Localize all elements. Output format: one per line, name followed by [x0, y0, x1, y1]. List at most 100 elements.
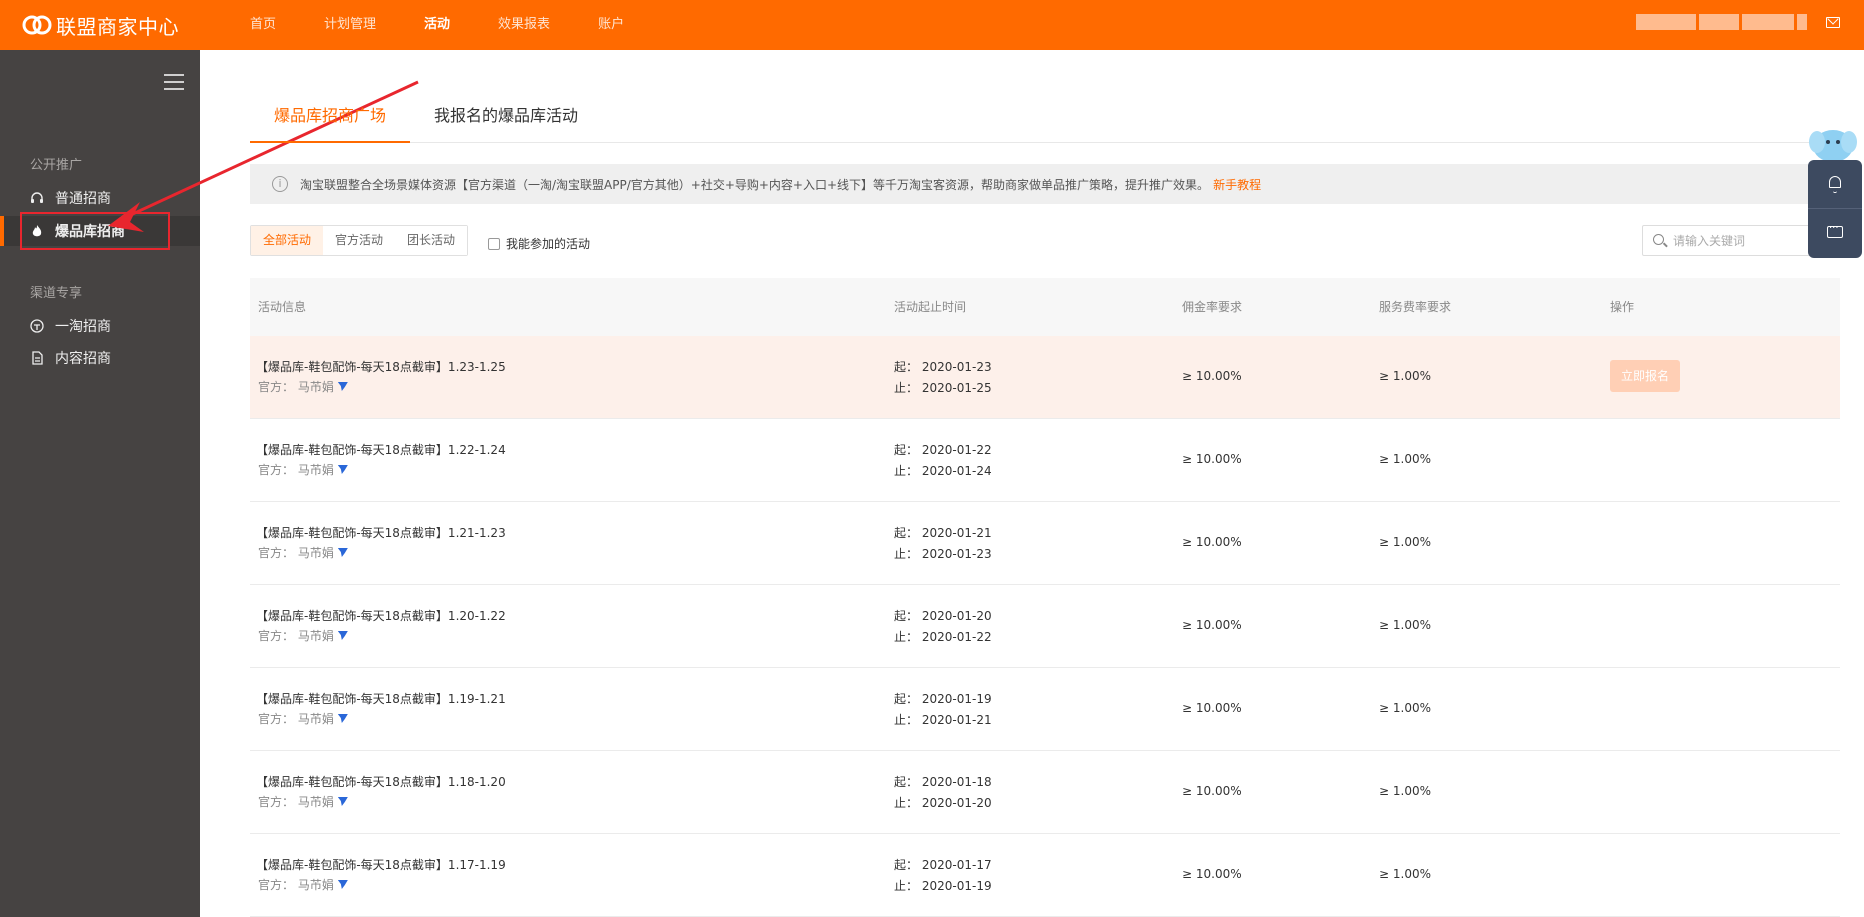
alliance-logo-icon	[22, 15, 52, 35]
sidebar-item-yitao[interactable]: 一淘招商	[30, 315, 111, 337]
bell-icon	[1829, 176, 1841, 193]
tutorial-link[interactable]: 新手教程	[1213, 176, 1261, 193]
notice-text: 淘宝联盟整合全场景媒体资源【官方渠道（一淘/淘宝联盟APP/官方其他）+社交+导…	[300, 177, 1210, 192]
activity-end: 止： 2020-01-21	[894, 713, 992, 727]
eligible-checkbox[interactable]	[488, 237, 500, 250]
elephant-mascot-icon[interactable]	[1808, 122, 1858, 164]
service-fee-requirement: ≥ 1.00%	[1379, 867, 1431, 881]
activity-title[interactable]: 【爆品库-鞋包配饰-每天18点截审】1.23-1.25	[256, 358, 506, 375]
sidebar-item-normal-recruit[interactable]: 普通招商	[30, 187, 111, 209]
activity-start: 起： 2020-01-21	[894, 526, 992, 540]
notice-bar: i 淘宝联盟整合全场景媒体资源【官方渠道（一淘/淘宝联盟APP/官方其他）+社交…	[250, 164, 1846, 204]
activity-end: 止： 2020-01-22	[894, 630, 992, 644]
col-service-rate: 服务费率要求	[1379, 300, 1452, 314]
activity-filter-group: 全部活动 官方活动 团长活动	[250, 225, 469, 256]
document-icon	[32, 351, 43, 365]
activity-title[interactable]: 【爆品库-鞋包配饰-每天18点截审】1.20-1.22	[256, 607, 506, 624]
filter-official-activities[interactable]: 官方活动	[323, 226, 396, 255]
app-title: 联盟商家中心	[56, 14, 179, 39]
col-commission-rate: 佣金率要求	[1182, 300, 1243, 314]
sidebar-item-label: 普通招商	[55, 191, 111, 207]
activity-start: 起： 2020-01-20	[894, 609, 992, 623]
commission-requirement: ≥ 10.00%	[1182, 701, 1242, 715]
service-fee-requirement: ≥ 1.00%	[1379, 701, 1431, 715]
activity-organizer: 官方： 马芇娟	[258, 461, 348, 478]
sidebar-section-channel: 渠道专享	[30, 286, 83, 301]
activity-end: 止： 2020-01-19	[894, 879, 992, 893]
commission-requirement: ≥ 10.00%	[1182, 867, 1242, 881]
sidebar-section-public: 公开推广	[30, 158, 83, 173]
apply-now-button[interactable]: 立即报名	[1610, 360, 1680, 392]
nav-plan-management[interactable]: 计划管理	[324, 0, 376, 50]
service-fee-requirement: ≥ 1.00%	[1379, 535, 1431, 549]
official-flag-icon	[337, 631, 348, 640]
official-flag-icon	[337, 465, 348, 474]
official-flag-icon	[337, 880, 348, 889]
table-row[interactable]: 【爆品库-鞋包配饰-每天18点截审】1.23-1.25 官方： 马芇娟 起： 2…	[250, 336, 1840, 419]
activity-end: 止： 2020-01-25	[894, 381, 992, 395]
commission-requirement: ≥ 10.00%	[1182, 618, 1242, 632]
app-logo[interactable]: 联盟商家中心	[22, 11, 179, 39]
table-header: 活动信息 活动起止时间 佣金率要求 服务费率要求 操作	[250, 278, 1840, 336]
activity-start: 起： 2020-01-18	[894, 775, 992, 789]
table-row[interactable]: 【爆品库-鞋包配饰-每天18点截审】1.22-1.24 官方： 马芇娟 起： 2…	[250, 419, 1840, 502]
sidebar-item-label: 内容招商	[55, 351, 111, 367]
activity-end: 止： 2020-01-23	[894, 547, 992, 561]
chat-icon	[1827, 223, 1843, 238]
table-row[interactable]: 【爆品库-鞋包配饰-每天18点截审】1.17-1.19 官方： 马芇娟 起： 2…	[250, 834, 1840, 917]
search-input[interactable]	[1673, 231, 1823, 251]
sidebar-active-indicator	[0, 216, 4, 246]
activity-start: 起： 2020-01-19	[894, 692, 992, 706]
table-row[interactable]: 【爆品库-鞋包配饰-每天18点截审】1.21-1.23 官方： 马芇娟 起： 2…	[250, 502, 1840, 585]
activity-start: 起： 2020-01-17	[894, 858, 992, 872]
activity-title[interactable]: 【爆品库-鞋包配饰-每天18点截审】1.19-1.21	[256, 690, 506, 707]
table-row[interactable]: 【爆品库-鞋包配饰-每天18点截审】1.20-1.22 官方： 马芇娟 起： 2…	[250, 585, 1840, 668]
activity-organizer: 官方： 马芇娟	[258, 544, 348, 561]
commission-requirement: ≥ 10.00%	[1182, 369, 1242, 383]
official-flag-icon	[337, 714, 348, 723]
tab-my-registered-activities[interactable]: 我报名的爆品库活动	[434, 96, 578, 143]
activity-end: 止： 2020-01-24	[894, 464, 992, 478]
menu-toggle-icon[interactable]	[164, 74, 184, 90]
col-action: 操作	[1610, 300, 1635, 314]
nav-activities[interactable]: 活动	[424, 0, 450, 50]
filter-leader-activities[interactable]: 团长活动	[395, 226, 468, 255]
commission-requirement: ≥ 10.00%	[1182, 535, 1242, 549]
activity-organizer: 官方： 马芇娟	[258, 378, 348, 395]
service-fee-requirement: ≥ 1.00%	[1379, 452, 1431, 466]
activity-title[interactable]: 【爆品库-鞋包配饰-每天18点截审】1.22-1.24	[256, 441, 506, 458]
nav-home[interactable]: 首页	[250, 0, 276, 50]
activity-organizer: 官方： 马芇娟	[258, 793, 348, 810]
main-tabs: 爆品库招商广场 我报名的爆品库活动	[250, 96, 1846, 143]
sidebar-item-content[interactable]: 内容招商	[30, 347, 111, 369]
chat-button[interactable]	[1808, 209, 1862, 258]
activity-end: 止： 2020-01-20	[894, 796, 992, 810]
activity-organizer: 官方： 马芇娟	[258, 710, 348, 727]
activity-title[interactable]: 【爆品库-鞋包配饰-每天18点截审】1.17-1.19	[256, 856, 506, 873]
tab-hot-products-plaza[interactable]: 爆品库招商广场	[250, 96, 411, 143]
table-row[interactable]: 【爆品库-鞋包配饰-每天18点截审】1.19-1.21 官方： 马芇娟 起： 2…	[250, 668, 1840, 751]
table-row[interactable]: 【爆品库-鞋包配饰-每天18点截审】1.18-1.20 官方： 马芇娟 起： 2…	[250, 751, 1840, 834]
filter-all-activities[interactable]: 全部活动	[251, 226, 324, 255]
activity-title[interactable]: 【爆品库-鞋包配饰-每天18点截审】1.18-1.20	[256, 773, 506, 790]
mail-icon[interactable]	[1826, 17, 1840, 28]
service-fee-requirement: ≥ 1.00%	[1379, 784, 1431, 798]
notifications-button[interactable]	[1808, 160, 1862, 209]
nav-account[interactable]: 账户	[598, 0, 624, 50]
annotation-highlight-box	[20, 212, 170, 250]
commission-requirement: ≥ 10.00%	[1182, 452, 1242, 466]
service-fee-requirement: ≥ 1.00%	[1379, 369, 1431, 383]
activity-title[interactable]: 【爆品库-鞋包配饰-每天18点截审】1.21-1.23	[256, 524, 506, 541]
eligible-activities-filter[interactable]: 我能参加的活动	[488, 235, 590, 252]
floating-widget-panel	[1808, 160, 1862, 258]
info-icon: i	[272, 176, 288, 192]
top-nav: 首页 计划管理 活动 效果报表 账户	[250, 0, 672, 50]
activity-start: 起： 2020-01-23	[894, 360, 992, 374]
official-flag-icon	[337, 797, 348, 806]
yitao-icon	[30, 319, 44, 333]
eligible-checkbox-label: 我能参加的活动	[506, 237, 591, 251]
col-activity-period: 活动起止时间	[894, 300, 967, 314]
nav-reports[interactable]: 效果报表	[498, 0, 550, 50]
user-info-blurred[interactable]	[1636, 14, 1816, 30]
search-icon	[1653, 234, 1664, 245]
